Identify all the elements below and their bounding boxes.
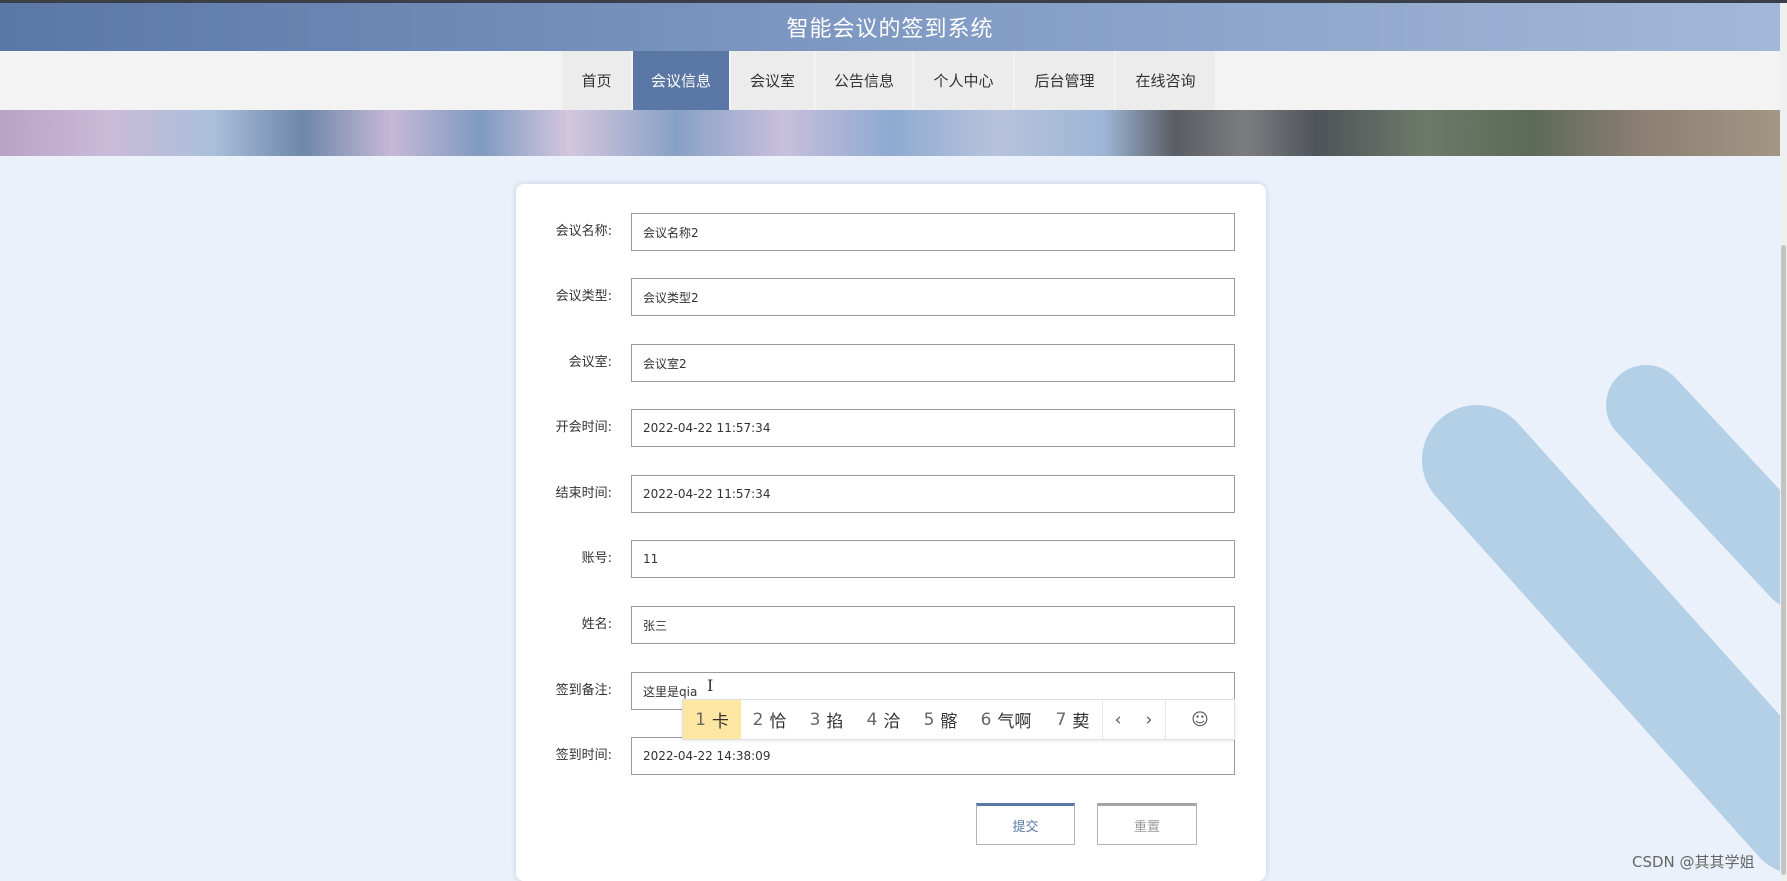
form-row-signin-time: 签到时间: [516, 737, 1266, 775]
ime-candidate-6[interactable]: 6 气啊 [969, 700, 1043, 739]
site-header: 智能会议的签到系统 [0, 3, 1780, 51]
form-row-meeting-name: 会议名称: [516, 213, 1266, 251]
main-nav: 首页 会议信息 会议室 公告信息 个人中心 后台管理 在线咨询 [0, 51, 1780, 110]
chevron-left-icon[interactable]: ‹ [1102, 700, 1133, 739]
start-time-input[interactable] [631, 409, 1235, 447]
meeting-room-input[interactable] [631, 344, 1235, 382]
ime-candidate-7[interactable]: 7葜 [1043, 700, 1102, 739]
form-row-account: 账号: [516, 540, 1266, 578]
account-input[interactable] [631, 540, 1235, 578]
signin-remark-label: 签到备注: [555, 683, 612, 698]
nav-personal-center[interactable]: 个人中心 [914, 51, 1013, 110]
form-row-meeting-room: 会议室: [516, 344, 1266, 382]
form-row-start-time: 开会时间: [516, 409, 1266, 447]
background-decoration [1422, 365, 1780, 871]
meeting-name-label: 会议名称: [555, 224, 612, 239]
signin-time-label: 签到时间: [555, 748, 612, 763]
ime-candidate-4[interactable]: 4洽 [855, 700, 912, 739]
smiley-icon[interactable]: ☺ [1165, 700, 1234, 739]
signin-time-input[interactable] [631, 737, 1235, 775]
watermark: CSDN @其其学姐 [1632, 853, 1755, 871]
form-row-end-time: 结束时间: [516, 475, 1266, 513]
nav-admin[interactable]: 后台管理 [1015, 51, 1114, 110]
form-row-name: 姓名: [516, 606, 1266, 644]
name-label: 姓名: [581, 617, 612, 632]
chevron-right-icon[interactable]: › [1133, 700, 1165, 739]
nav-meeting-room[interactable]: 会议室 [731, 51, 814, 110]
ime-candidate-1[interactable]: 1卡 [683, 700, 741, 739]
meeting-type-label: 会议类型: [555, 289, 612, 304]
nav-list: 首页 会议信息 会议室 公告信息 个人中心 后台管理 在线咨询 [562, 51, 1217, 110]
nav-meeting-info[interactable]: 会议信息 [633, 51, 729, 110]
nav-home[interactable]: 首页 [562, 51, 631, 110]
end-time-label: 结束时间: [555, 486, 612, 501]
ime-candidate-bar: 1卡 2恰 3掐 4洽 5髂 6 气啊 7葜 ‹ › ☺ [682, 699, 1235, 740]
signin-form-card: 会议名称: 会议类型: 会议室: 开会时间: 结束时间: 账号: 姓名: 签到备… [516, 184, 1266, 881]
name-input[interactable] [631, 606, 1235, 644]
start-time-label: 开会时间: [555, 420, 612, 435]
nav-announcements[interactable]: 公告信息 [816, 51, 912, 110]
ime-candidate-3[interactable]: 3掐 [798, 700, 855, 739]
ime-candidate-2[interactable]: 2恰 [741, 700, 798, 739]
form-row-meeting-type: 会议类型: [516, 278, 1266, 316]
scrollbar-thumb[interactable] [1781, 245, 1786, 875]
text-cursor-icon: I [707, 676, 714, 695]
meeting-type-input[interactable] [631, 278, 1235, 316]
nav-online-consult[interactable]: 在线咨询 [1116, 51, 1215, 110]
reset-button[interactable]: 重置 [1097, 803, 1197, 845]
site-title: 智能会议的签到系统 [786, 17, 994, 42]
submit-button[interactable]: 提交 [976, 803, 1075, 845]
banner-image [0, 110, 1780, 156]
ime-candidate-5[interactable]: 5髂 [912, 700, 969, 739]
meeting-room-label: 会议室: [568, 355, 612, 370]
account-label: 账号: [581, 551, 612, 566]
end-time-input[interactable] [631, 475, 1235, 513]
meeting-name-input[interactable] [631, 213, 1235, 251]
